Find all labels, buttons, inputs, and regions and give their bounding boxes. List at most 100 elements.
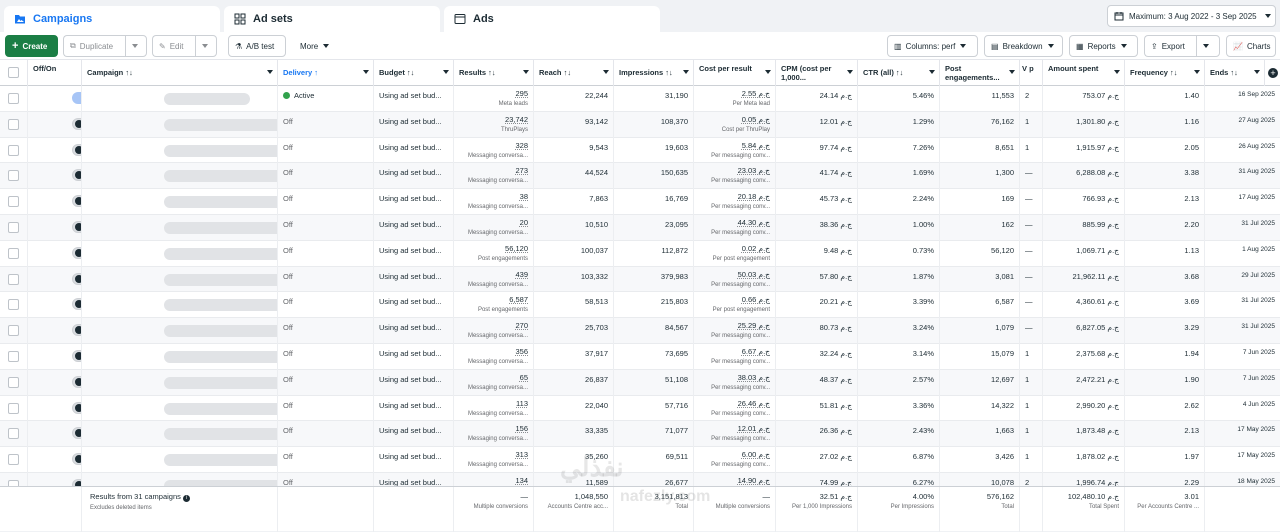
row-checkbox[interactable] <box>8 196 19 208</box>
campaign-toggle[interactable] <box>72 221 81 233</box>
campaign-toggle[interactable] <box>72 453 81 466</box>
export-button[interactable]: ⇪ Export <box>1144 35 1196 57</box>
row-checkbox[interactable] <box>8 144 19 156</box>
header-reach[interactable]: Reach ↑↓ <box>534 60 614 86</box>
cpr-value: 23.03 ج.م <box>737 166 770 176</box>
header-frequency[interactable]: Frequency ↑↓ <box>1125 60 1205 86</box>
duplicate-button[interactable]: ⧉ Duplicate <box>63 35 125 57</box>
row-checkbox[interactable] <box>8 93 19 104</box>
campaign-toggle[interactable] <box>72 350 81 362</box>
header-delivery[interactable]: Delivery ↑ <box>278 60 374 86</box>
campaign-toggle[interactable] <box>72 169 81 182</box>
campaign-name-cell[interactable] <box>82 318 278 344</box>
campaign-toggle[interactable] <box>72 375 81 388</box>
tab-ad-sets[interactable]: Ad sets <box>224 6 440 32</box>
campaign-name-cell[interactable] <box>82 189 278 215</box>
table-row[interactable]: Off Using ad set bud... 6,587 Post engageme… <box>0 292 1280 319</box>
campaign-name-cell[interactable] <box>82 111 278 138</box>
campaign-toggle[interactable] <box>72 401 81 414</box>
header-cost-per-result[interactable]: Cost per result <box>694 60 776 86</box>
header-cpm[interactable]: CPM (cost per 1,000... <box>776 60 858 86</box>
row-checkbox[interactable] <box>8 118 19 130</box>
row-checkbox[interactable] <box>8 222 19 233</box>
campaign-toggle[interactable] <box>72 117 81 130</box>
table-row[interactable]: Off Using ad set bud... 113 Messaging conve… <box>0 395 1280 422</box>
tab-campaigns[interactable]: Campaigns <box>4 6 220 32</box>
campaign-toggle[interactable] <box>72 92 81 104</box>
table-row[interactable]: Off Using ad set bud... 56,120 Post engagem… <box>0 240 1280 267</box>
campaign-name-cell[interactable] <box>82 215 278 241</box>
header-budget[interactable]: Budget ↑↓ <box>374 60 454 86</box>
row-checkbox[interactable] <box>8 170 19 182</box>
duplicate-dropdown[interactable] <box>125 35 147 57</box>
header-ctr[interactable]: CTR (all) ↑↓ <box>858 60 940 86</box>
row-checkbox[interactable] <box>8 273 19 285</box>
campaign-toggle[interactable] <box>72 427 81 440</box>
campaign-name-cell[interactable] <box>82 86 278 112</box>
header-ends[interactable]: Ends ↑↓ <box>1205 60 1265 86</box>
table-row[interactable]: Off Using ad set bud... 273 Messaging conve… <box>0 163 1280 190</box>
table-row[interactable]: Off Using ad set bud... 313 Messaging conve… <box>0 447 1280 473</box>
row-checkbox[interactable] <box>8 247 19 259</box>
table-row[interactable]: Off Using ad set bud... 439 Messaging conve… <box>0 266 1280 293</box>
campaign-name-cell[interactable] <box>82 395 278 422</box>
row-checkbox[interactable] <box>8 454 19 466</box>
table-row[interactable]: Off Using ad set bud... 65 Messaging conver… <box>0 369 1280 396</box>
campaign-toggle[interactable] <box>72 324 81 337</box>
campaign-name-cell[interactable] <box>82 137 278 164</box>
campaign-name-cell[interactable] <box>82 447 278 473</box>
more-button[interactable]: More <box>294 35 340 57</box>
header-impressions[interactable]: Impressions ↑↓ <box>614 60 694 86</box>
header-amount-spent[interactable]: Amount spent <box>1043 60 1125 86</box>
export-dropdown[interactable] <box>1196 35 1220 57</box>
table-row[interactable]: Off Using ad set bud... 20 Messaging conver… <box>0 215 1280 241</box>
campaign-toggle[interactable] <box>72 246 81 259</box>
v-value: 1 <box>1025 349 1030 358</box>
ends-cell: 31 Jul 2025 <box>1205 292 1280 318</box>
campaign-toggle[interactable] <box>72 143 81 156</box>
campaign-name-cell[interactable] <box>82 240 278 267</box>
table-row[interactable]: Off Using ad set bud... 156 Messaging conve… <box>0 421 1280 448</box>
create-button[interactable]: + Create <box>5 35 58 57</box>
header-campaign[interactable]: Campaign ↑↓ <box>82 60 278 86</box>
campaign-name-cell[interactable] <box>82 266 278 293</box>
row-checkbox[interactable] <box>8 402 19 414</box>
campaign-name-cell[interactable] <box>82 292 278 319</box>
edit-button[interactable]: ✎ Edit <box>152 35 195 57</box>
v-cell: — <box>1020 189 1043 215</box>
header-v[interactable]: V p <box>1020 60 1043 86</box>
row-checkbox[interactable] <box>8 299 19 311</box>
campaign-name-cell[interactable] <box>82 369 278 396</box>
edit-dropdown[interactable] <box>195 35 217 57</box>
row-checkbox[interactable] <box>8 376 19 388</box>
table-row[interactable]: Off Using ad set bud... 38 Messaging conver… <box>0 189 1280 215</box>
campaign-name-cell[interactable] <box>82 421 278 448</box>
row-checkbox[interactable] <box>8 351 19 362</box>
select-all-checkbox[interactable] <box>8 67 19 78</box>
breakdown-button[interactable]: ▤ Breakdown <box>984 35 1063 57</box>
table-row[interactable]: Off Using ad set bud... 328 Messaging conve… <box>0 137 1280 164</box>
table-row[interactable]: Active Using ad set bud... 295 Meta leads 22… <box>0 86 1280 112</box>
table-row[interactable]: Off Using ad set bud... 270 Messaging conve… <box>0 318 1280 344</box>
row-checkbox[interactable] <box>8 325 19 337</box>
header-results[interactable]: Results ↑↓ <box>454 60 534 86</box>
ctr-cell: 1.69% <box>858 163 940 190</box>
reports-button[interactable]: ▦ Reports <box>1069 35 1138 57</box>
date-range-picker[interactable]: Maximum: 3 Aug 2022 - 3 Sep 2025 <box>1107 5 1276 27</box>
columns-button[interactable]: ▥ Columns: perf <box>887 35 978 57</box>
results-sub-label: Meta leads <box>498 101 528 107</box>
charts-button[interactable]: 📈 Charts <box>1226 35 1276 57</box>
row-checkbox[interactable] <box>8 428 19 440</box>
header-offon[interactable]: Off/On <box>28 60 82 86</box>
campaign-toggle[interactable] <box>72 298 81 311</box>
add-column-icon[interactable]: + <box>1268 68 1278 78</box>
campaign-name-cell[interactable] <box>82 163 278 190</box>
table-row[interactable]: Off Using ad set bud... 23,742 ThruPlays 93,… <box>0 111 1280 138</box>
campaign-toggle[interactable] <box>72 195 81 208</box>
table-row[interactable]: Off Using ad set bud... 356 Messaging conve… <box>0 344 1280 370</box>
header-post-engagements[interactable]: Post engagements... <box>940 60 1020 86</box>
campaign-toggle[interactable] <box>72 272 81 285</box>
tab-ads[interactable]: Ads <box>444 6 660 32</box>
campaign-name-cell[interactable] <box>82 344 278 370</box>
ab-test-button[interactable]: ⚗ A/B test <box>228 35 286 57</box>
